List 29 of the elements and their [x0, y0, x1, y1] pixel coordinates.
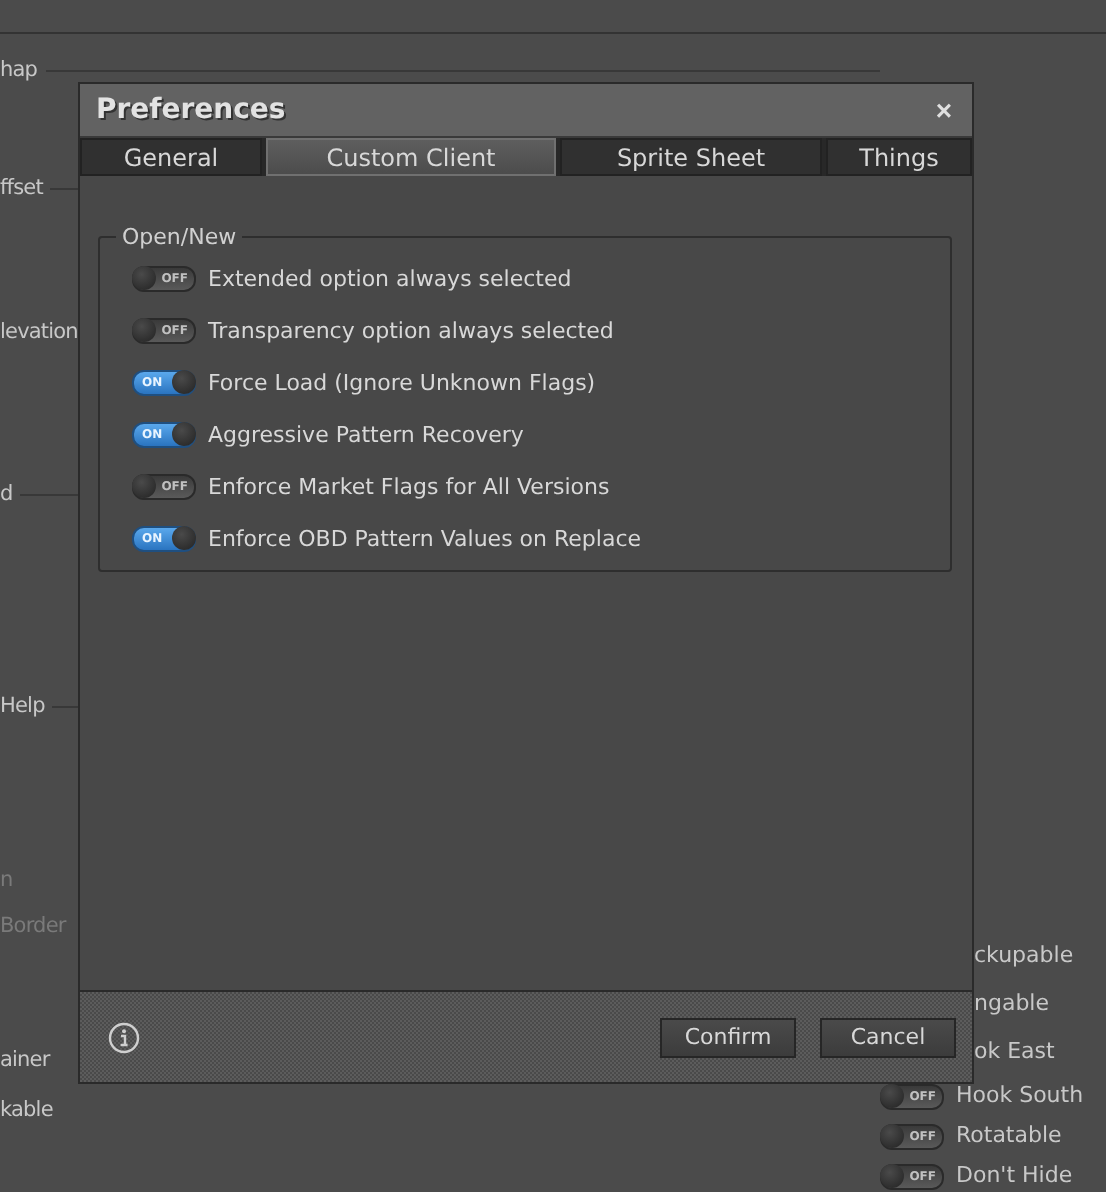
dialog-title: Preferences: [96, 94, 286, 126]
tab[interactable]: General: [80, 138, 262, 176]
info-icon[interactable]: [108, 1021, 140, 1053]
option-label: Transparency option always selected: [208, 317, 614, 343]
option-label: Rotatable: [956, 1124, 1062, 1148]
tab[interactable]: Custom Client: [266, 138, 556, 176]
option-label: ok East: [974, 1040, 1055, 1064]
option-label: Aggressive Pattern Recovery: [208, 421, 524, 447]
section-label: d: [0, 482, 13, 506]
tab[interactable]: Sprite Sheet: [560, 138, 822, 176]
option-label: ngable: [974, 992, 1050, 1016]
section-label: levation: [0, 320, 78, 344]
group-legend: Open/New: [116, 224, 243, 250]
section-label: ffset: [0, 176, 43, 200]
option-label: ckupable: [974, 944, 1074, 968]
option-label: Enforce OBD Pattern Values on Replace: [208, 525, 642, 551]
close-button[interactable]: ×: [931, 96, 956, 124]
tab[interactable]: Things: [826, 138, 972, 176]
section-label: Help: [0, 694, 45, 718]
field-label: kable: [0, 1098, 53, 1122]
dialog-button[interactable]: Confirm: [660, 1017, 796, 1057]
section-label: hap: [0, 58, 38, 82]
option-label: Don't Hide: [956, 1164, 1073, 1188]
option-label: Hook South: [956, 1084, 1084, 1108]
dialog-button[interactable]: Cancel: [820, 1017, 956, 1057]
option-label: Enforce Market Flags for All Versions: [208, 473, 610, 499]
field-label: ainer: [0, 1048, 50, 1072]
option-label: Extended option always selected: [208, 265, 572, 291]
option-label: Force Load (Ignore Unknown Flags): [208, 369, 596, 395]
